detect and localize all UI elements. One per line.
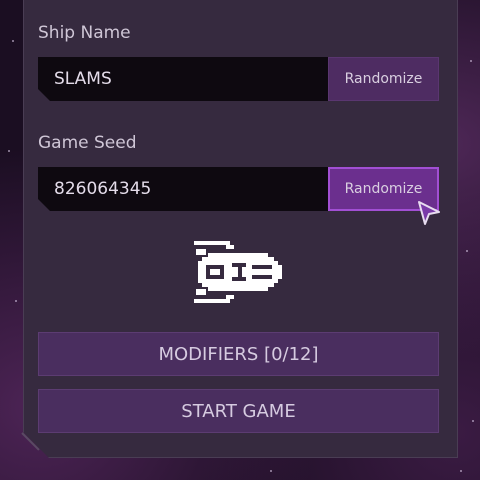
ship-name-field[interactable]: SLAMS <box>38 57 328 101</box>
modifiers-button[interactable]: MODIFIERS [0/12] <box>38 332 439 376</box>
ship-name-value: SLAMS <box>54 69 112 89</box>
game-seed-value: 826064345 <box>54 179 152 199</box>
ship-name-label: Ship Name <box>38 23 131 43</box>
start-game-button[interactable]: START GAME <box>38 389 439 433</box>
pointer-cursor-icon <box>418 201 440 225</box>
pixel-spaceship-icon <box>194 241 282 303</box>
ship-name-randomize-button[interactable]: Randomize <box>328 57 439 101</box>
game-seed-field[interactable]: 826064345 <box>38 167 328 211</box>
game-seed-label: Game Seed <box>38 133 137 153</box>
